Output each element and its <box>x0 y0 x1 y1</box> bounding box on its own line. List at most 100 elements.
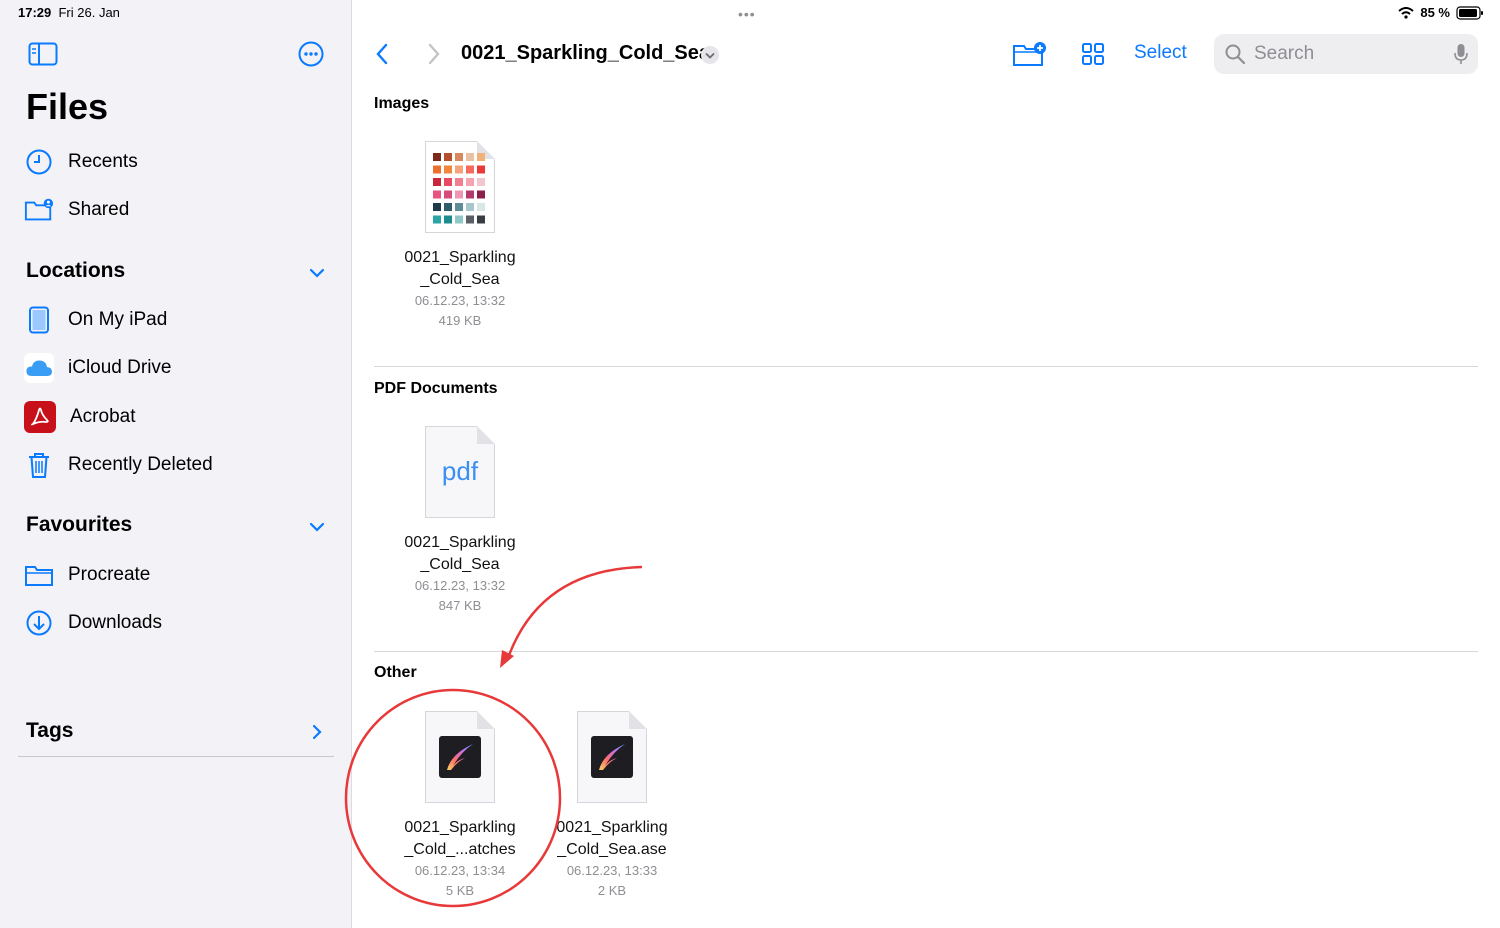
file-name-line1: 0021_Sparkling <box>404 534 516 551</box>
swatch-cell <box>433 215 441 224</box>
swatch-cell <box>433 190 441 199</box>
swatch-cell <box>433 178 441 186</box>
pdf-thumb-label: pdf <box>441 456 479 486</box>
swatch-cell <box>466 190 474 199</box>
status-time: 17:29 Fri 26. Jan <box>18 5 120 20</box>
file-size: 2 KB <box>597 883 627 898</box>
swatch-cell <box>477 178 485 186</box>
chevron-down-icon[interactable] <box>306 516 328 538</box>
file-name-line1: 0021_Sparkling <box>556 819 668 836</box>
file-name: 0021_Sparkling _Cold_Sea <box>385 532 535 576</box>
group-heading-images: Images <box>374 95 430 112</box>
sidebar-item-label: Acrobat <box>70 406 136 427</box>
sidebar-item-downloads[interactable]: Downloads <box>24 605 162 641</box>
section-divider <box>374 651 1478 652</box>
folder-title[interactable]: 0021_Sparkling_Cold_Sea <box>461 42 710 65</box>
swatch-cell <box>455 203 463 211</box>
swatch-image-thumbnail <box>425 141 495 233</box>
favourites-heading: Favourites <box>26 513 133 536</box>
sidebar-item-recently-deleted[interactable]: Recently Deleted <box>24 447 213 483</box>
swatch-cell <box>455 165 463 174</box>
sidebar-item-shared[interactable]: Shared <box>24 192 129 228</box>
microphone-icon[interactable] <box>1454 43 1468 65</box>
swatch-cell <box>433 203 441 211</box>
file-date: 06.12.23, 13:33 <box>566 863 658 878</box>
file-name: 0021_Sparkling _Cold_Sea.ase <box>537 817 687 861</box>
ipad-icon <box>24 305 54 335</box>
search-input[interactable] <box>1254 43 1444 65</box>
swatch-cell <box>444 215 452 224</box>
sidebar-item-acrobat[interactable]: Acrobat <box>24 399 135 435</box>
swatch-cell <box>455 178 463 186</box>
sidebar: 17:29 Fri 26. Jan Files Recents Shared L… <box>0 0 352 928</box>
swatch-cell <box>466 203 474 211</box>
file-name-line2: _Cold_...atches <box>404 841 516 858</box>
procreate-icon <box>591 736 633 778</box>
swatch-cell <box>477 165 485 174</box>
swatch-cell <box>444 153 452 161</box>
search-icon <box>1225 44 1246 65</box>
swatch-cell <box>455 215 463 224</box>
swatch-cell <box>433 153 441 161</box>
sidebar-item-label: Procreate <box>68 564 151 585</box>
search-field[interactable] <box>1214 34 1478 74</box>
swatch-cell <box>466 215 474 224</box>
swatch-cell <box>466 178 474 186</box>
swatch-cell <box>466 153 474 161</box>
chevron-right-icon[interactable] <box>306 721 328 743</box>
locations-heading: Locations <box>26 259 126 282</box>
select-button[interactable]: Select <box>1134 42 1187 64</box>
back-icon[interactable] <box>372 42 392 66</box>
file-item[interactable]: 0021_Sparkling _Cold_Sea 06.12.23, 13:32 … <box>385 141 535 331</box>
file-name-line1: 0021_Sparkling <box>404 819 516 836</box>
chevron-down-icon[interactable] <box>306 262 328 284</box>
title-menu-chevron-icon[interactable] <box>700 45 720 65</box>
file-name: 0021_Sparkling _Cold_...atches <box>385 817 535 861</box>
sidebar-item-on-my-ipad[interactable]: On My iPad <box>24 302 167 338</box>
multitasking-dots[interactable]: ••• <box>738 6 756 22</box>
trash-icon <box>24 450 54 480</box>
status-date-text: Fri 26. Jan <box>58 5 120 20</box>
tags-heading: Tags <box>26 719 74 742</box>
more-options-icon[interactable] <box>298 41 324 67</box>
new-folder-icon[interactable] <box>1012 40 1048 68</box>
file-date: 06.12.23, 13:32 <box>414 578 506 593</box>
sidebar-toggle-icon[interactable] <box>28 42 58 66</box>
swatch-cell <box>477 215 485 224</box>
forward-icon[interactable] <box>424 42 444 66</box>
swatch-cell <box>444 203 452 211</box>
grid-view-icon[interactable] <box>1080 41 1106 67</box>
status-right: 85 % <box>1398 5 1484 20</box>
file-name-line2: _Cold_Sea <box>420 271 500 288</box>
pdf-document-icon: pdf <box>425 426 495 518</box>
wifi-icon <box>1398 6 1415 19</box>
sidebar-item-label: Recently Deleted <box>68 454 213 475</box>
file-name-line1: 0021_Sparkling <box>404 249 516 266</box>
group-heading-other: Other <box>374 664 417 681</box>
sidebar-item-procreate[interactable]: Procreate <box>24 557 150 593</box>
page-title: Files <box>26 86 109 127</box>
file-size: 419 KB <box>438 313 482 328</box>
sidebar-item-icloud-drive[interactable]: iCloud Drive <box>24 350 171 386</box>
battery-percent: 85 % <box>1420 5 1450 20</box>
file-item[interactable]: 0021_Sparkling _Cold_Sea.ase 06.12.23, 13… <box>537 711 687 901</box>
file-item[interactable]: pdf 0021_Sparkling _Cold_Sea 06.12.23, 13… <box>385 426 535 616</box>
status-time-text: 17:29 <box>18 5 52 20</box>
tags-divider <box>18 756 334 757</box>
icloud-icon <box>24 353 54 383</box>
file-name-line2: _Cold_Sea <box>420 556 500 573</box>
file-size: 847 KB <box>438 598 482 613</box>
swatch-cell <box>477 190 485 199</box>
shared-folder-icon <box>24 195 54 225</box>
acrobat-icon <box>24 401 56 433</box>
section-divider <box>374 366 1478 367</box>
sidebar-item-recents[interactable]: Recents <box>24 144 138 180</box>
sidebar-item-label: Downloads <box>68 612 162 633</box>
swatch-cell <box>466 165 474 174</box>
group-heading-pdf: PDF Documents <box>374 380 498 397</box>
battery-icon <box>1456 5 1483 20</box>
sidebar-item-label: On My iPad <box>68 309 168 330</box>
sidebar-item-label: Shared <box>68 199 130 220</box>
swatch-cell <box>444 165 452 174</box>
file-item[interactable]: 0021_Sparkling _Cold_...atches 06.12.23, … <box>385 711 535 901</box>
